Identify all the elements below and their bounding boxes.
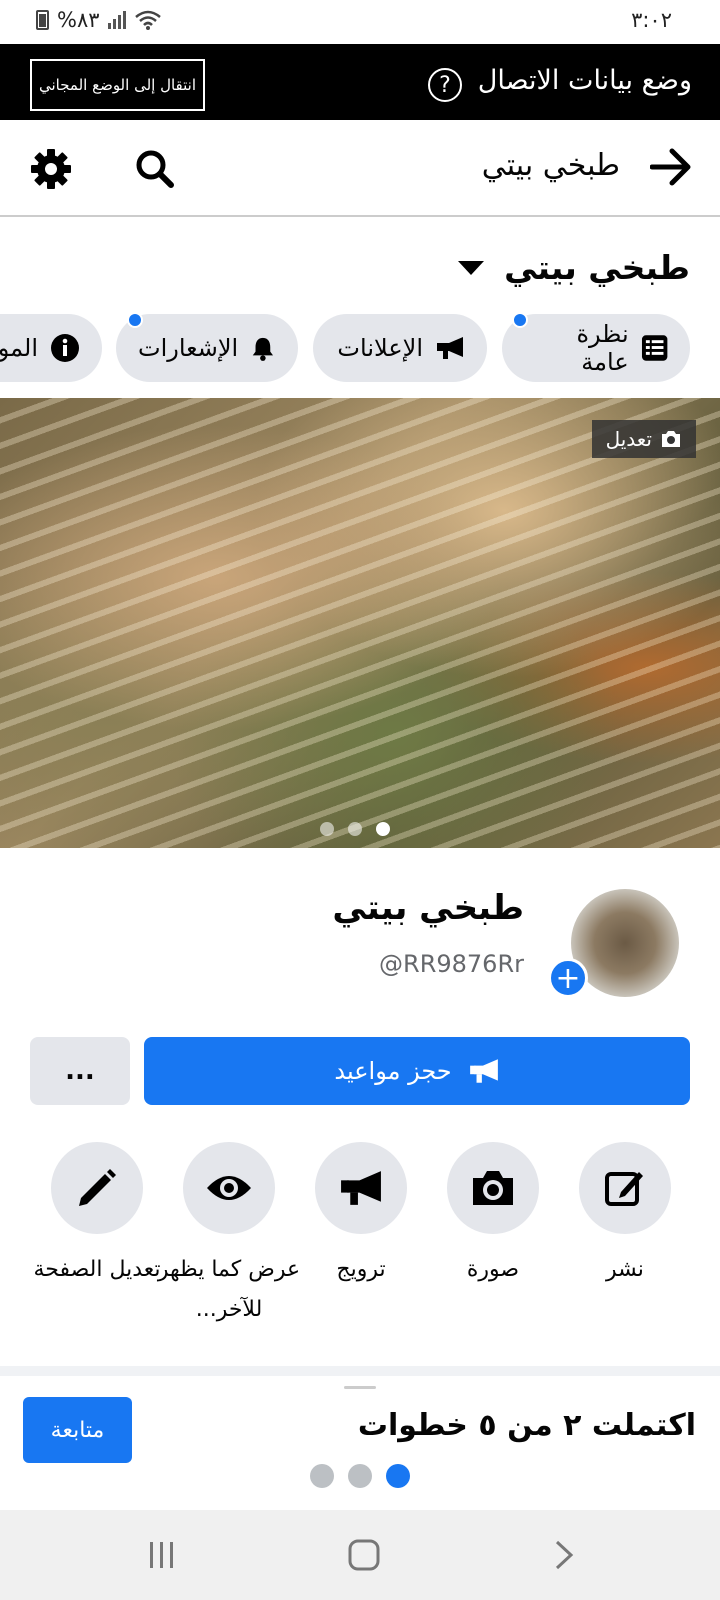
megaphone-icon (437, 337, 463, 359)
step-indicator (310, 1464, 410, 1488)
back-icon[interactable] (534, 1532, 594, 1578)
setup-progress-title: اكتملت ٢ من ٥ خطوات (357, 1408, 696, 1443)
cta-label: حجز مواعيد (334, 1057, 452, 1085)
camera-icon[interactable] (447, 1142, 539, 1234)
tab-info[interactable]: المو (0, 314, 102, 382)
tab-label: المو (0, 334, 38, 362)
battery-percent: %٨٣ (57, 8, 100, 32)
page-switcher[interactable]: طبخي بيتي (458, 248, 690, 287)
book-appointment-button[interactable]: حجز مواعيد (144, 1037, 690, 1105)
quick-action-label: عرض كما يظهر للآخر... (157, 1257, 301, 1322)
quick-action-label: ترويج (336, 1257, 386, 1282)
data-mode-bar: انتقال إلى الوضع المجاني ? وضع بيانات ال… (0, 44, 720, 120)
quick-action-label: نشر (606, 1257, 644, 1282)
page-tabs: نظرة عامة الإعلانات الإشعارات المو (0, 314, 720, 384)
notification-dot (127, 314, 143, 328)
status-icons: %٨٣ (36, 8, 162, 32)
continue-button[interactable]: متابعة (23, 1397, 132, 1463)
wifi-icon (134, 10, 161, 30)
info-icon (51, 334, 79, 362)
tab-label: الإشعارات (138, 334, 239, 362)
more-options-button[interactable]: ... (30, 1037, 130, 1105)
pencil-icon[interactable] (51, 1142, 143, 1234)
status-bar: %٨٣ ٣:٠٢ (0, 0, 720, 44)
recent-apps-icon[interactable] (132, 1532, 192, 1578)
tab-overview[interactable]: نظرة عامة (502, 314, 690, 382)
page-selector-label: طبخي بيتي (504, 248, 690, 287)
data-mode-title: وضع بيانات الاتصال (477, 65, 692, 96)
switch-to-free-mode-button[interactable]: انتقال إلى الوضع المجاني (30, 59, 205, 111)
sheet-handle[interactable] (344, 1386, 376, 1389)
edit-cover-button[interactable]: تعديل (591, 420, 696, 458)
quick-action-photo[interactable]: صورة (428, 1142, 558, 1290)
pagination-dot[interactable] (320, 822, 334, 836)
quick-action-label: صورة (466, 1257, 520, 1282)
tab-ads[interactable]: الإعلانات (313, 314, 487, 382)
bell-icon (252, 337, 274, 361)
cover-photo[interactable]: تعديل (0, 398, 720, 848)
home-icon[interactable] (334, 1532, 394, 1578)
quick-action-label: تعديل الصفحة (33, 1257, 161, 1282)
quick-action-view-as[interactable]: عرض كما يظهر للآخر... (158, 1142, 300, 1330)
eye-icon[interactable] (183, 1142, 275, 1234)
app-header: طبخي بيتي (0, 120, 720, 217)
gear-icon[interactable] (26, 144, 76, 194)
back-arrow-icon[interactable] (646, 142, 696, 192)
setup-progress-sheet: اكتملت ٢ من ٥ خطوات متابعة (0, 1376, 720, 1510)
cover-texture (0, 398, 720, 848)
tab-label: الإعلانات (337, 334, 423, 362)
header-title: طبخي بيتي (481, 148, 620, 183)
tab-label: نظرة عامة (576, 320, 629, 376)
pagination-dot-active[interactable] (376, 822, 390, 836)
page-name: طبخي بيتي (332, 888, 524, 928)
list-icon (641, 335, 668, 361)
cover-pagination (320, 822, 390, 836)
help-icon[interactable]: ? (428, 68, 462, 102)
camera-icon (662, 431, 680, 447)
megaphone-icon[interactable] (315, 1142, 407, 1234)
clock: ٣:٠٢ (631, 8, 672, 32)
page-handle: @RR9876Rr (379, 950, 524, 978)
system-nav-bar (0, 1510, 720, 1600)
step-dot (348, 1464, 372, 1488)
step-dot (310, 1464, 334, 1488)
pagination-dot[interactable] (348, 822, 362, 836)
quick-action-post[interactable]: نشر (560, 1142, 690, 1290)
caret-down-icon (458, 260, 485, 275)
megaphone-icon (469, 1059, 498, 1083)
quick-action-promote[interactable]: ترويج (296, 1142, 426, 1290)
step-dot-active (386, 1464, 410, 1488)
add-photo-icon[interactable]: + (548, 958, 588, 998)
edit-cover-label: تعديل (605, 427, 652, 451)
battery-icon (36, 10, 49, 30)
compose-icon[interactable] (579, 1142, 671, 1234)
tab-notifications[interactable]: الإشعارات (116, 314, 298, 382)
signal-icon (107, 11, 126, 29)
quick-action-edit-page[interactable]: تعديل الصفحة (32, 1142, 162, 1290)
search-icon[interactable] (130, 144, 180, 194)
